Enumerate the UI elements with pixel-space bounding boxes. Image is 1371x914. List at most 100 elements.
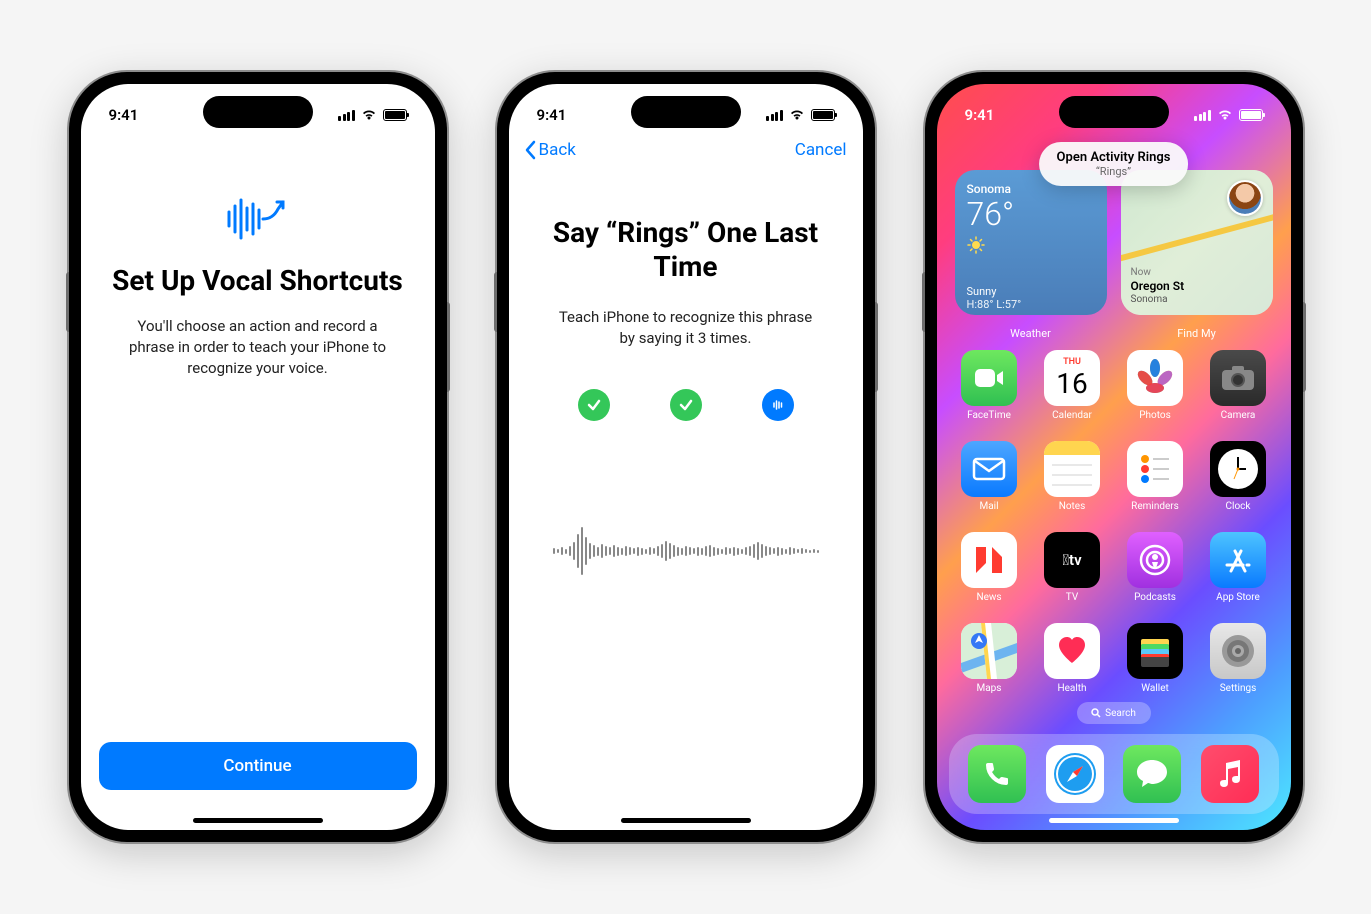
weather-temp: 76° (967, 198, 1095, 230)
siri-notification[interactable]: Open Activity Rings “Rings” (1039, 142, 1189, 186)
findmy-place: Oregon St (1131, 279, 1185, 293)
app-facetime[interactable]: FaceTime (955, 350, 1024, 421)
app-notes[interactable]: Notes (1038, 441, 1107, 512)
home-body: Sonoma 76° Sunny H:88° L:57° Now Oregon … (937, 134, 1291, 830)
app-label: Photos (1139, 410, 1171, 421)
widget-labels: Weather Find My (955, 327, 1273, 340)
app-maps[interactable]: Maps (955, 623, 1024, 694)
app-label: FaceTime (967, 410, 1011, 421)
app-clock[interactable]: Clock (1204, 441, 1273, 512)
app-messages[interactable] (1123, 745, 1181, 803)
app-label: News (976, 592, 1001, 603)
notif-subtitle: “Rings” (1057, 165, 1171, 178)
app-label: Clock (1226, 501, 1251, 512)
screen-record: 9:41 Back Cancel Say “Rings” One Last Ti… (509, 84, 863, 830)
status-indicators (338, 109, 407, 121)
app-appstore[interactable]: App Store (1204, 532, 1273, 603)
app-wallet[interactable]: Wallet (1121, 623, 1190, 694)
app-phone[interactable] (968, 745, 1026, 803)
app-music[interactable] (1201, 745, 1259, 803)
record-content: Say “Rings” One Last Time Teach iPhone t… (509, 166, 863, 581)
weather-label: Weather (955, 327, 1107, 340)
battery-icon (811, 109, 835, 121)
podcasts-icon (1127, 532, 1183, 588)
findmy-widget[interactable]: Now Oregon St Sonoma (1121, 170, 1273, 315)
notif-title: Open Activity Rings (1057, 150, 1171, 165)
facetime-icon (961, 350, 1017, 406)
app-label: Wallet (1141, 683, 1169, 694)
nav-bar: Back Cancel (509, 134, 863, 166)
setup-description: You'll choose an action and record a phr… (111, 316, 405, 379)
home-indicator[interactable] (621, 818, 751, 823)
progress-dots (539, 389, 833, 421)
app-calendar[interactable]: THU16 Calendar (1038, 350, 1107, 421)
app-reminders[interactable]: Reminders (1121, 441, 1190, 512)
dock (949, 734, 1279, 814)
home-indicator[interactable] (193, 818, 323, 823)
app-podcasts[interactable]: Podcasts (1121, 532, 1190, 603)
app-camera[interactable]: Camera (1204, 350, 1273, 421)
status-time: 9:41 (537, 106, 567, 124)
notes-icon (1044, 441, 1100, 497)
weather-hilo: H:88° L:57° (967, 298, 1095, 311)
search-button[interactable]: Search (1077, 702, 1151, 724)
wifi-icon (361, 109, 377, 121)
findmy-info: Now Oregon St Sonoma (1131, 267, 1185, 305)
wallet-icon (1127, 623, 1183, 679)
calendar-icon: THU16 (1044, 350, 1100, 406)
dynamic-island (1059, 96, 1169, 128)
weather-widget[interactable]: Sonoma 76° Sunny H:88° L:57° (955, 170, 1107, 315)
app-label: Reminders (1131, 501, 1179, 512)
phone-home: 9:41 Open Activity Rings “Rings” Sonoma … (925, 72, 1303, 842)
cancel-button[interactable]: Cancel (795, 140, 847, 160)
findmy-city: Sonoma (1131, 294, 1185, 305)
avatar-icon (1227, 180, 1263, 216)
phone-record: 9:41 Back Cancel Say “Rings” One Last Ti… (497, 72, 875, 842)
app-label: Podcasts (1134, 592, 1176, 603)
maps-icon (961, 623, 1017, 679)
cellular-icon (1194, 110, 1211, 121)
search-label: Search (1105, 708, 1136, 719)
reminders-icon (1127, 441, 1183, 497)
chevron-left-icon (525, 140, 537, 160)
findmy-now: Now (1131, 267, 1185, 278)
home-indicator[interactable] (1049, 818, 1179, 823)
app-mail[interactable]: Mail (955, 441, 1024, 512)
photos-icon (1127, 350, 1183, 406)
app-label: Settings (1220, 683, 1257, 694)
wifi-icon (789, 109, 805, 121)
findmy-label: Find My (1121, 327, 1273, 340)
mail-icon (961, 441, 1017, 497)
vocal-shortcuts-icon (223, 194, 293, 244)
cellular-icon (338, 110, 355, 121)
app-label: Notes (1059, 501, 1086, 512)
search-icon (1091, 708, 1101, 718)
app-label: Camera (1221, 410, 1256, 421)
app-tv[interactable]: tvTV (1038, 532, 1107, 603)
recording-icon (762, 389, 794, 421)
battery-icon (1239, 109, 1263, 121)
app-settings[interactable]: Settings (1204, 623, 1273, 694)
status-time: 9:41 (109, 106, 139, 124)
sun-icon (967, 236, 985, 254)
widget-row: Sonoma 76° Sunny H:88° L:57° Now Oregon … (955, 170, 1273, 315)
wifi-icon (1217, 109, 1233, 121)
app-label: Health (1057, 683, 1086, 694)
news-icon (961, 532, 1017, 588)
app-grid: FaceTime THU16 Calendar Photos Camera Mai… (955, 350, 1273, 694)
record-title: Say “Rings” One Last Time (539, 216, 833, 283)
continue-button[interactable]: Continue (99, 742, 417, 790)
phone-setup: 9:41 Set Up Vocal Shortcuts You'll choos… (69, 72, 447, 842)
status-indicators (766, 109, 835, 121)
back-button[interactable]: Back (525, 140, 576, 160)
app-health[interactable]: Health (1038, 623, 1107, 694)
clock-icon (1210, 441, 1266, 497)
app-news[interactable]: News (955, 532, 1024, 603)
dynamic-island (631, 96, 741, 128)
appstore-icon (1210, 532, 1266, 588)
setup-content: Set Up Vocal Shortcuts You'll choose an … (81, 134, 435, 830)
app-label: Calendar (1052, 410, 1092, 421)
app-safari[interactable] (1046, 745, 1104, 803)
app-photos[interactable]: Photos (1121, 350, 1190, 421)
tv-icon: tv (1044, 532, 1100, 588)
